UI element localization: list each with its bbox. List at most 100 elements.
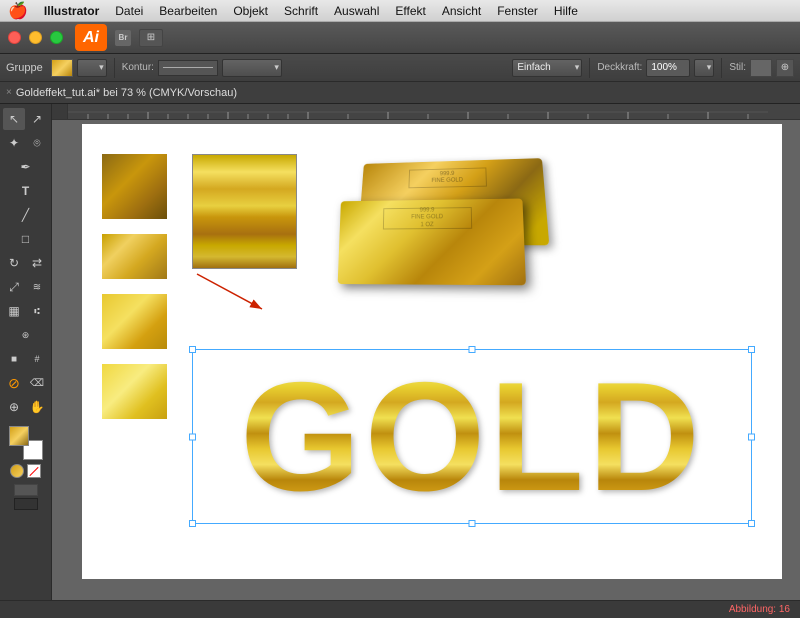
- menu-fenster[interactable]: Fenster: [497, 4, 538, 18]
- ruler-corner: [52, 104, 68, 120]
- status-text: Abbildung: 16: [729, 604, 790, 615]
- sep2: [589, 58, 590, 78]
- text-tool[interactable]: T: [15, 180, 37, 202]
- ruler-marks: [68, 104, 800, 119]
- hand-tool[interactable]: ✋: [26, 396, 48, 418]
- canvas-area[interactable]: 999.9FINE GOLD 999.9FINE GOLD1 OZ: [52, 104, 800, 600]
- artboard: 999.9FINE GOLD 999.9FINE GOLD1 OZ: [82, 124, 782, 579]
- menu-schrift[interactable]: Schrift: [284, 4, 318, 18]
- stroke-line: [163, 67, 213, 68]
- stil-swatch[interactable]: [750, 59, 772, 77]
- color-mode-btn[interactable]: [10, 464, 24, 478]
- stroke-dropdown-wrap[interactable]: [222, 59, 282, 77]
- gradient-mesh-tools: ■ #: [3, 348, 48, 370]
- style-options-btn[interactable]: ⊕: [776, 59, 794, 77]
- paint-bucket-tool[interactable]: ⌫: [26, 372, 48, 394]
- magic-lasso-tools: ✦ ⌾: [3, 132, 48, 154]
- menu-objekt[interactable]: Objekt: [233, 4, 268, 18]
- screen-mode-btn[interactable]: [14, 484, 38, 496]
- sep3: [721, 58, 722, 78]
- eyedropper-paint-tools: ⊘ ⌫: [3, 372, 48, 394]
- warp-tool[interactable]: ≋: [26, 276, 48, 298]
- mesh-tool[interactable]: #: [26, 348, 48, 370]
- stroke-weight-select[interactable]: [222, 59, 282, 77]
- ruler-svg: [68, 104, 800, 120]
- menu-bearbeiten[interactable]: Bearbeiten: [159, 4, 217, 18]
- eyedropper-tool[interactable]: ⊘: [3, 372, 25, 394]
- fill-color-swatch[interactable]: [51, 59, 73, 77]
- bright-gold-swatch[interactable]: [102, 294, 167, 349]
- scale-tool[interactable]: ⤢: [3, 276, 25, 298]
- scale-warp-tools: ⤢ ≋: [3, 276, 48, 298]
- status-bar: Abbildung: 16: [0, 600, 800, 618]
- light-gold-swatch[interactable]: [102, 364, 167, 419]
- direct-selection-tool[interactable]: ↗: [26, 108, 48, 130]
- layout-button[interactable]: ⊞: [139, 29, 163, 47]
- pen-tool[interactable]: ✒: [15, 156, 37, 178]
- medium-gold-swatch[interactable]: [102, 234, 167, 279]
- close-doc-tab[interactable]: ×: [6, 87, 12, 98]
- zoom-tool[interactable]: ⊕: [3, 396, 25, 418]
- reflect-tool[interactable]: ⇄: [26, 252, 48, 274]
- menu-auswahl[interactable]: Auswahl: [334, 4, 379, 18]
- gold-bar-stamp: 999.9FINE GOLD: [408, 167, 487, 188]
- separator: [114, 58, 115, 78]
- stroke-preview: [158, 60, 218, 76]
- symbol-sprayer-tool[interactable]: ⊛: [15, 324, 37, 346]
- selection-tool[interactable]: ↖: [3, 108, 25, 130]
- options-bar: Gruppe Kontur: Einfach Deckkraft: Stil: …: [0, 54, 800, 82]
- rotate-tool[interactable]: ↻: [3, 252, 25, 274]
- stroke-style-wrap[interactable]: Einfach: [512, 59, 582, 77]
- line-tool[interactable]: ╱: [15, 204, 37, 226]
- menu-bar: 🍎 Illustrator Datei Bearbeiten Objekt Sc…: [0, 0, 800, 22]
- menu-effekt[interactable]: Effekt: [395, 4, 425, 18]
- gold-bar-front-stamp: 999.9FINE GOLD1 OZ: [383, 207, 472, 229]
- ruler-horizontal: [52, 104, 800, 120]
- gold-gradient-rectangle[interactable]: [192, 154, 297, 269]
- gold-text: GOLD: [240, 359, 704, 514]
- none-color-btn[interactable]: [27, 464, 41, 478]
- foreground-color-swatch[interactable]: [9, 426, 29, 446]
- transform-tools: ↻ ⇄: [3, 252, 48, 274]
- lasso-tool[interactable]: ⌾: [26, 132, 48, 154]
- main-area: ↖ ↗ ✦ ⌾ ✒ T ╱ □ ↻ ⇄ ⤢ ≋ ▦ ⑆ ⊛ ■ # ⊘ ⌫: [0, 104, 800, 600]
- menu-illustrator[interactable]: Illustrator: [44, 4, 99, 18]
- preview-mode-btn[interactable]: [14, 498, 38, 510]
- kontur-label: Kontur:: [122, 62, 154, 73]
- title-bar: Ai Br ⊞: [0, 22, 800, 54]
- maximize-button[interactable]: [50, 31, 63, 44]
- stil-label: Stil:: [729, 62, 746, 73]
- doc-tab: × Goldeffekt_tut.ai* bei 73 % (CMYK/Vors…: [0, 82, 800, 104]
- menu-hilfe[interactable]: Hilfe: [554, 4, 578, 18]
- gradient-tool[interactable]: ■: [3, 348, 25, 370]
- deckkraft-input[interactable]: [646, 59, 690, 77]
- gold-text-selection[interactable]: GOLD: [192, 349, 752, 524]
- gold-bar-text: 999.9FINE GOLD: [431, 171, 463, 185]
- menu-datei[interactable]: Datei: [115, 4, 143, 18]
- view-mode-area: [14, 484, 38, 510]
- dark-gold-swatch[interactable]: [102, 154, 167, 219]
- doc-tab-title: Goldeffekt_tut.ai* bei 73 % (CMYK/Vorsch…: [16, 87, 237, 99]
- gold-text-inner: GOLD: [193, 350, 751, 523]
- selection-tools: ↖ ↗: [3, 108, 48, 130]
- graph-blend-tools: ▦ ⑆: [3, 300, 48, 322]
- graph-tool[interactable]: ▦: [3, 300, 25, 322]
- gold-bar-front-text: 999.9FINE GOLD1 OZ: [411, 208, 443, 229]
- group-label: Gruppe: [6, 62, 43, 74]
- deckkraft-dropdown-wrap[interactable]: [694, 59, 714, 77]
- fill-dropdown[interactable]: [77, 59, 107, 77]
- magic-wand-tool[interactable]: ✦: [3, 132, 25, 154]
- apple-menu[interactable]: 🍎: [8, 1, 28, 21]
- ai-logo: Ai: [75, 24, 107, 51]
- menu-ansicht[interactable]: Ansicht: [442, 4, 481, 18]
- stroke-style-select[interactable]: Einfach: [512, 59, 582, 77]
- deckkraft-dropdown[interactable]: [694, 59, 714, 77]
- close-button[interactable]: [8, 31, 21, 44]
- rectangle-tool[interactable]: □: [15, 228, 37, 250]
- gold-bars-image: 999.9FINE GOLD 999.9FINE GOLD1 OZ: [327, 139, 557, 324]
- fill-type-select[interactable]: [77, 59, 107, 77]
- minimize-button[interactable]: [29, 31, 42, 44]
- br-badge[interactable]: Br: [115, 30, 131, 46]
- deckkraft-label: Deckkraft:: [597, 62, 642, 73]
- blend-tool[interactable]: ⑆: [26, 300, 48, 322]
